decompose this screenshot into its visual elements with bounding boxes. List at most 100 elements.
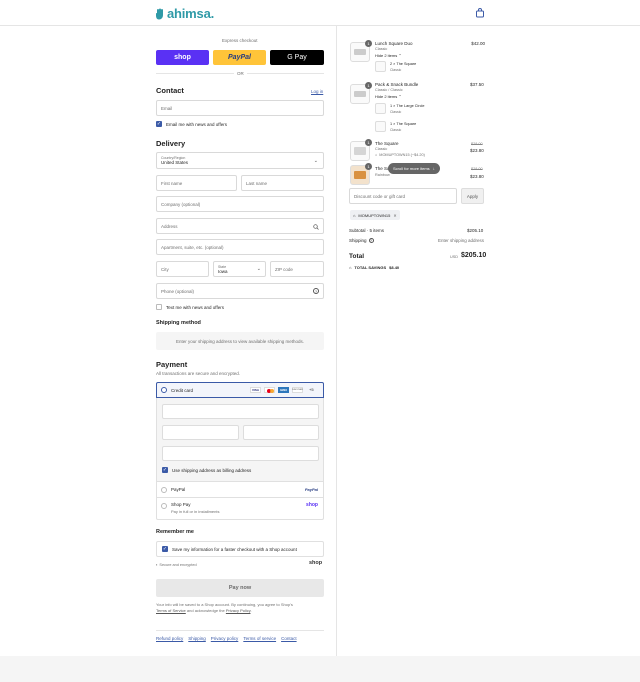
shop-pay-option[interactable]: Shop Pay Pay in full or in installments … <box>156 498 324 520</box>
applied-discount-chip: ⌂ MOMUPTOWN15 ✕ <box>350 210 400 220</box>
text-checkbox-row[interactable]: Text me with news and offers <box>156 304 224 310</box>
hide-items-label: Hide 2 items <box>375 53 398 58</box>
country-value: United States <box>161 160 189 165</box>
search-icon <box>313 224 319 230</box>
country-select[interactable]: Country/Region United States ⌄ <box>156 152 324 169</box>
shipping-label: Shipping <box>349 238 367 243</box>
cart-button[interactable] <box>475 8 485 18</box>
pay-now-button[interactable]: Pay now <box>156 579 324 597</box>
legal-text-2: and acknowledge the <box>186 608 225 613</box>
city-field[interactable]: City <box>156 261 209 277</box>
city-placeholder: City <box>161 266 169 272</box>
paypal-radio[interactable] <box>161 487 167 493</box>
company-placeholder: Company (optional) <box>161 201 201 207</box>
shop-pay-logo: shop <box>306 502 318 508</box>
zip-field[interactable]: ZIP code <box>270 261 324 277</box>
apartment-field[interactable]: Apartment, suite, etc. (optional) <box>156 239 324 255</box>
state-select[interactable]: State Iowa ⌄ <box>213 261 266 277</box>
email-field[interactable]: Email <box>156 100 324 116</box>
paypal-option-label: PayPal <box>171 487 186 492</box>
google-pay-label: G Pay <box>287 54 307 61</box>
item-price: $37.50 <box>470 82 484 87</box>
card-number-field[interactable] <box>162 404 319 419</box>
billing-checkbox[interactable]: ✓ <box>162 467 168 473</box>
card-details-panel: ✓ Use shipping address as billing addres… <box>156 398 324 482</box>
legal-period: . <box>250 608 252 613</box>
zip-placeholder: ZIP code <box>275 266 293 272</box>
item-discount-label: MOMUPTOWN15 (−$4.20) <box>379 153 425 157</box>
remember-me-heading: Remember me <box>156 529 194 535</box>
credit-card-radio[interactable] <box>161 387 167 393</box>
product-thumbnail: 1 <box>350 163 372 185</box>
payment-heading: Payment <box>156 360 188 369</box>
security-code-field[interactable] <box>243 425 319 440</box>
store-logo[interactable]: ahimsa. <box>155 6 214 21</box>
billing-checkbox-row[interactable]: ✓ Use shipping address as billing addres… <box>162 467 251 473</box>
discount-code-field[interactable]: Discount code or gift card <box>349 188 457 204</box>
news-checkbox[interactable]: ✓ <box>156 121 162 127</box>
subitem-name: 1 × The Square <box>390 122 417 126</box>
name-on-card-field[interactable] <box>162 446 319 461</box>
hide-items-toggle[interactable]: Hide 2 items ⌃ <box>375 94 402 99</box>
contact-link[interactable]: Contact <box>281 636 297 641</box>
paypal-option[interactable]: PayPal PayPal <box>156 482 324 498</box>
item-name: Pack & Snack Bundle <box>375 82 419 87</box>
quantity-badge: 1 <box>365 40 372 47</box>
first-name-field[interactable]: First name <box>156 175 237 191</box>
news-checkbox-label: Email me with news and offers <box>166 121 227 127</box>
item-name: Lunch Square Duo <box>375 41 413 46</box>
expiry-field[interactable] <box>162 425 239 440</box>
text-checkbox-label: Text me with news and offers <box>166 304 224 310</box>
secure-note: ▪ Secure and encrypted <box>156 562 197 567</box>
visa-icon: VISA <box>250 387 261 393</box>
chevron-up-icon: ⌃ <box>398 94 402 99</box>
help-icon[interactable]: ? <box>368 238 374 243</box>
text-checkbox[interactable] <box>156 304 162 310</box>
credit-card-option[interactable]: Credit card VISA AMEX DISCOVER +5 <box>156 382 324 398</box>
apartment-placeholder: Apartment, suite, etc. (optional) <box>161 244 224 250</box>
refund-policy-link[interactable]: Refund policy <box>156 636 183 641</box>
company-field[interactable]: Company (optional) <box>156 196 324 212</box>
terms-of-service-link[interactable]: Terms of Service <box>156 608 186 613</box>
save-info-checkbox[interactable]: ✓ <box>162 546 168 552</box>
secure-note-label: Secure and encrypted <box>159 562 197 567</box>
save-info-option[interactable]: ✓ Save my information for a faster check… <box>156 541 324 557</box>
item-price: $42.00 <box>471 41 485 46</box>
last-name-field[interactable]: Last name <box>241 175 324 191</box>
paypal-logo: PayPal <box>304 487 318 492</box>
subitem-thumbnail <box>375 61 386 72</box>
page-bottom-area <box>0 656 640 682</box>
subitem-variant: Classic <box>390 110 402 114</box>
savings-value: $8.40 <box>389 265 400 270</box>
hide-items-toggle[interactable]: Hide 2 items ⌃ <box>375 53 402 58</box>
shop-pay-button[interactable]: shop <box>156 50 209 65</box>
quantity-badge: 1 <box>365 163 372 170</box>
tag-icon: ⌂ <box>353 212 356 218</box>
subtotal-label: Subtotal · 5 items <box>349 228 385 233</box>
phone-field[interactable]: Phone (optional) ? <box>156 283 324 299</box>
news-checkbox-row[interactable]: ✓ Email me with news and offers <box>156 121 227 127</box>
paypal-express-button[interactable]: PayPal <box>213 50 266 65</box>
item-variant: Rainbow <box>375 173 390 177</box>
product-thumbnail: 1 <box>350 82 372 104</box>
subitem-name: 1 × The Large Circle <box>390 104 425 108</box>
privacy-policy-link[interactable]: Privacy Policy <box>226 608 251 613</box>
top-header: ahimsa. <box>0 0 640 26</box>
address-field[interactable]: Address <box>156 218 324 234</box>
shop-pay-radio[interactable] <box>161 503 167 509</box>
shipping-policy-link[interactable]: Shipping <box>188 636 206 641</box>
delivery-heading: Delivery <box>156 139 186 148</box>
remove-discount-icon[interactable]: ✕ <box>393 213 396 218</box>
google-pay-button[interactable]: G Pay <box>270 50 324 65</box>
hide-items-label: Hide 2 items <box>375 94 398 99</box>
apply-button[interactable]: Apply <box>461 188 484 204</box>
help-icon[interactable]: ? <box>313 288 319 294</box>
item-name: The Square <box>375 141 399 146</box>
scroll-more-button[interactable]: Scroll for more items ↓ <box>388 163 440 174</box>
login-link[interactable]: Log in <box>311 89 323 94</box>
terms-of-service-footer-link[interactable]: Terms of service <box>243 636 276 641</box>
shipping-method-heading: Shipping method <box>156 320 201 326</box>
privacy-policy-footer-link[interactable]: Privacy policy <box>211 636 239 641</box>
total-value: $205.10 <box>461 252 487 259</box>
tag-icon: ⌂ <box>375 153 378 157</box>
